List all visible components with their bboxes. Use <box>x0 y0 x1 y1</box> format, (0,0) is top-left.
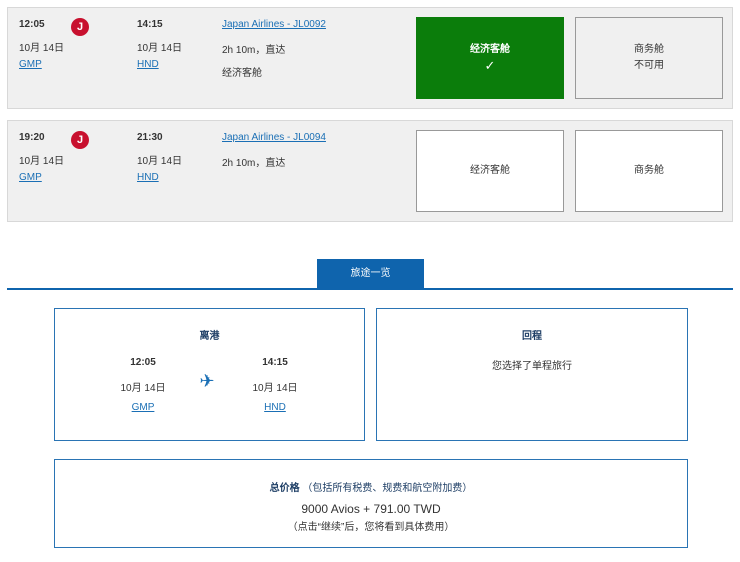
arrival-time: 14:15 <box>262 357 288 368</box>
price-hint: （点击“继续”后，您将看到具体费用） <box>287 522 455 533</box>
departure-time: 12:05 <box>19 19 45 30</box>
duration: 2h 10m，直达 <box>222 158 286 169</box>
duration: 2h 10m，直达 <box>222 45 286 56</box>
jal-logo-icon: J <box>71 18 89 36</box>
return-summary: 回程 您选择了单程旅行 <box>376 308 688 441</box>
fare-label: 商务舱 <box>634 44 664 55</box>
price-summary: 总价格 （包括所有税费、规费和航空附加费） 9000 Avios + 791.0… <box>54 459 688 548</box>
departure-date: 10月 14日 <box>19 156 65 167</box>
outbound-summary: 离港 12:05 10月 14日 GMP ✈ 14:15 10月 14日 HND <box>54 308 365 441</box>
arrival-date: 10月 14日 <box>137 43 183 54</box>
departure-airport-link[interactable]: GMP <box>111 402 175 413</box>
fare-label: 商务舱 <box>634 165 664 176</box>
price-note: （包括所有税费、规费和航空附加费） <box>302 483 473 494</box>
tab-trip-summary[interactable]: 旅途一览 <box>317 259 424 289</box>
divider <box>7 288 733 290</box>
arrival-time: 14:15 <box>137 19 163 30</box>
return-text: 您选择了单程旅行 <box>492 361 572 372</box>
departure-date: 10月 14日 <box>19 43 65 54</box>
arrival-airport-link[interactable]: HND <box>243 402 307 413</box>
business-fare-button: 商务舱 不可用 <box>575 17 723 99</box>
arrival-airport-link[interactable]: HND <box>137 59 159 70</box>
economy-fare-button[interactable]: 经济客舱 ✓ <box>416 17 564 99</box>
business-fare-button[interactable]: 商务舱 <box>575 130 723 212</box>
economy-fare-button[interactable]: 经济客舱 <box>416 130 564 212</box>
arrival-date: 10月 14日 <box>252 383 298 394</box>
check-icon: ✓ <box>484 58 496 73</box>
departure-date: 10月 14日 <box>120 383 166 394</box>
departure-time: 12:05 <box>130 357 156 368</box>
departure-airport-link[interactable]: GMP <box>19 172 42 183</box>
arrival-date: 10月 14日 <box>137 156 183 167</box>
outbound-title: 离港 <box>199 331 220 342</box>
flight-link[interactable]: Japan Airlines - JL0092 <box>222 19 326 30</box>
flight-card: 12:05 J 10月 14日 GMP 14:15 10月 14日 HND Ja… <box>7 7 733 109</box>
price-title: 总价格 <box>269 483 300 494</box>
fare-label: 经济客舱 <box>470 165 510 176</box>
price-amount: 9000 Avios + 791.00 TWD <box>301 502 441 516</box>
jal-logo-icon: J <box>71 131 89 149</box>
fare-label: 经济客舱 <box>470 44 510 55</box>
return-title: 回程 <box>522 331 542 342</box>
flight-card: 19:20 J 10月 14日 GMP 21:30 10月 14日 HND Ja… <box>7 120 733 222</box>
arrival-time: 21:30 <box>137 132 163 143</box>
cabin: 经济客舱 <box>222 68 262 79</box>
airplane-icon: ✈ <box>199 371 215 391</box>
flight-link[interactable]: Japan Airlines - JL0094 <box>222 132 326 143</box>
departure-airport-link[interactable]: GMP <box>19 59 42 70</box>
fare-status: 不可用 <box>634 60 664 71</box>
departure-time: 19:20 <box>19 132 45 143</box>
arrival-airport-link[interactable]: HND <box>137 172 159 183</box>
